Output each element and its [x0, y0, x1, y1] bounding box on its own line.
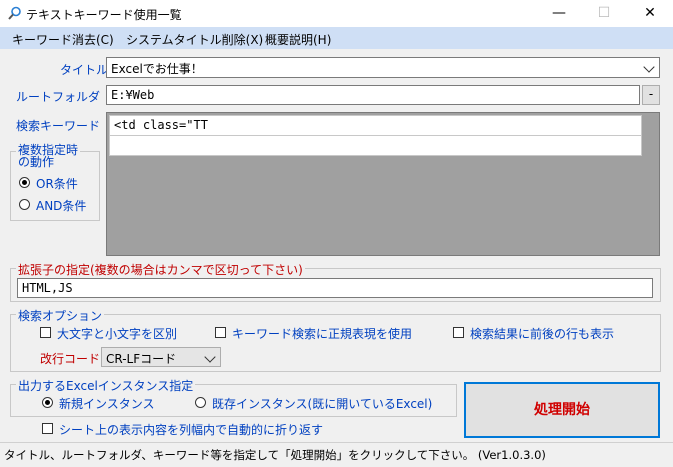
magnifier-icon: [8, 6, 21, 20]
root-folder-value: E:¥Web: [111, 88, 155, 102]
context-lines-label: 検索結果に前後の行も表示: [470, 327, 615, 341]
existing-instance-radio[interactable]: [195, 397, 206, 408]
keyword-value: <td class="TT: [114, 118, 208, 132]
existing-instance-label: 既存インスタンス(既に開いているExcel): [212, 397, 433, 411]
title-label: タイトル: [60, 63, 109, 77]
chevron-down-icon: [643, 61, 655, 73]
keyword-row[interactable]: [109, 135, 642, 156]
menu-overview[interactable]: 概要説明(H): [265, 31, 331, 48]
title-combobox[interactable]: Excelでお仕事！: [106, 57, 660, 78]
excel-instance-legend: 出力するExcelインスタンス指定: [16, 377, 196, 394]
new-instance-radio[interactable]: [42, 397, 53, 408]
case-sensitive-label: 大文字と小文字を区別: [57, 327, 178, 341]
title-value: Excelでお仕事！: [111, 62, 203, 76]
regex-checkbox[interactable]: [215, 327, 226, 338]
new-instance-label: 新規インスタンス: [59, 397, 155, 411]
and-radio[interactable]: [19, 199, 30, 210]
wrap-text-checkbox[interactable]: [42, 423, 53, 434]
close-button[interactable]: ✕: [627, 0, 673, 27]
extensions-value: HTML,JS: [22, 281, 73, 295]
search-options-legend: 検索オプション: [16, 307, 105, 324]
window-title: テキストキーワード使用一覧: [26, 8, 182, 22]
wrap-text-label: シート上の表示内容を列幅内で自動的に折り返す: [59, 423, 324, 437]
case-sensitive-checkbox[interactable]: [40, 327, 51, 338]
menu-delete-system-title[interactable]: システムタイトル削除(X): [126, 31, 263, 48]
status-text: タイトル、ルートフォルダ、キーワード等を指定して「処理開始」をクリックして下さい…: [4, 448, 546, 462]
root-folder-input[interactable]: E:¥Web: [106, 85, 640, 105]
start-process-button[interactable]: 処理開始: [464, 382, 660, 438]
newline-label: 改行コード: [40, 352, 101, 366]
multi-mode-legend: 複数指定時 の動作: [16, 143, 81, 169]
or-radio[interactable]: [19, 177, 30, 188]
chevron-down-icon: [204, 351, 216, 363]
newline-select[interactable]: CR-LFコード: [101, 347, 221, 367]
menu-clear-keywords[interactable]: キーワード消去(C): [12, 31, 114, 48]
keywords-label: 検索キーワード: [16, 119, 101, 133]
newline-value: CR-LFコード: [106, 352, 177, 366]
browse-folder-button[interactable]: -: [642, 85, 660, 105]
or-label: OR条件: [36, 177, 78, 191]
regex-label: キーワード検索に正規表現を使用: [232, 327, 413, 341]
context-lines-checkbox[interactable]: [453, 327, 464, 338]
root-folder-label: ルートフォルダ: [16, 90, 101, 104]
minimize-button[interactable]: —: [536, 0, 582, 27]
and-label: AND条件: [36, 199, 87, 213]
keywords-grid[interactable]: <td class="TT: [106, 112, 660, 256]
extensions-legend: 拡張子の指定(複数の場合はカンマで区切って下さい): [16, 261, 305, 278]
maximize-button[interactable]: ☐: [581, 0, 627, 27]
extensions-input[interactable]: HTML,JS: [17, 278, 653, 298]
keyword-row[interactable]: <td class="TT: [109, 115, 642, 136]
